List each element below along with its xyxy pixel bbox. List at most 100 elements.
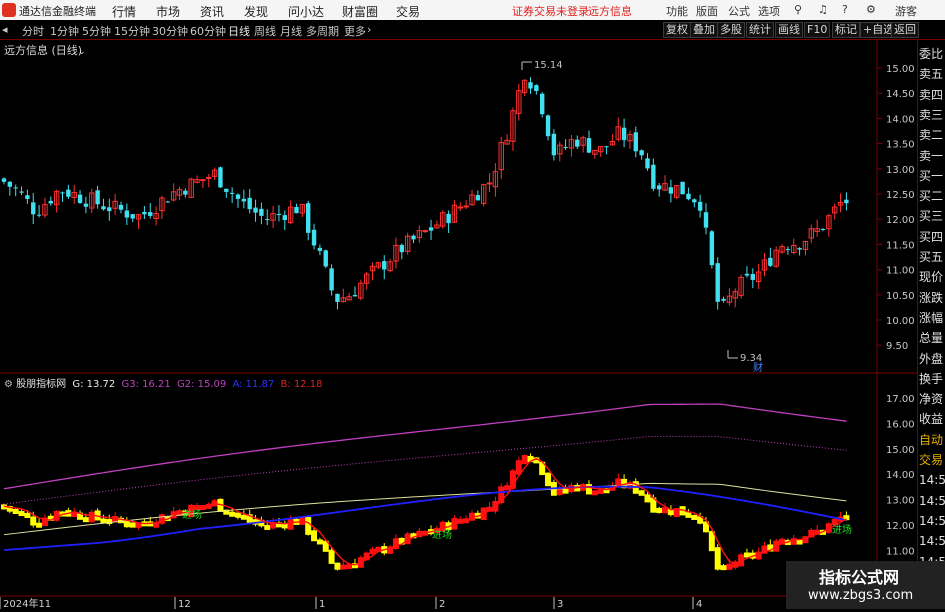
candle-body [206,176,212,179]
candle-body [66,189,71,197]
nav-back-icon[interactable]: ◂ [2,23,8,36]
period-15min[interactable]: 15分钟 [114,23,150,39]
date-label: 1 [319,599,325,609]
quote-panel-item: 涨跌 [919,290,944,305]
quote-panel-item: 买一 [919,168,944,183]
candle-body [411,235,416,240]
candle-body [118,204,124,210]
menu-quotes[interactable]: 行情 [112,3,136,20]
candle-body [36,214,42,216]
candle-body [306,203,311,233]
period-fenshi[interactable]: 分时 [22,23,44,39]
candle-body [844,199,849,204]
multi-stock-button[interactable]: 多股 [717,22,745,38]
period-30min[interactable]: 30分钟 [152,23,188,39]
indicator-axis-label: 12.00 [886,521,915,532]
candle-body [563,146,568,148]
price-axis-label: 11.50 [886,240,915,251]
candle-body [352,295,358,297]
period-monthly[interactable]: 月线 [280,23,302,39]
gear-icon[interactable]: ⚙ [4,379,13,390]
candle-body [130,214,135,219]
quote-panel-item[interactable]: 自动 [919,430,945,450]
candle-body [463,205,469,208]
chevron-down-icon[interactable]: ⌄ [78,47,86,57]
menu-function[interactable]: 功能 [666,3,688,19]
quote-panel-item: 现价 [919,270,944,285]
adjust-price-button[interactable]: 复权 [663,22,691,38]
price-axis-label: 13.00 [886,165,915,176]
menu-formula[interactable]: 公式 [728,3,750,19]
quote-panel-item: 14:56 [919,473,945,488]
period-60min[interactable]: 60分钟 [190,23,226,39]
date-label: 3 [557,599,563,609]
settings-icon[interactable]: ⚙ [866,3,876,16]
quote-panel-item: 14:56 [919,493,945,508]
f10-button[interactable]: F10 [804,22,831,38]
candle-body [686,193,691,200]
candle-body [142,211,147,215]
price-axis-label: 14.00 [886,114,915,125]
candle-body [668,187,674,194]
quote-panel-item: 卖四 [919,87,944,102]
candle-body [148,212,153,216]
candle-body [276,214,282,216]
mark-button[interactable]: 标记 [832,22,860,38]
overlay-button[interactable]: 叠加 [690,22,718,38]
candle-body [750,273,755,280]
quote-panel-item: 卖三 [919,107,944,122]
search-icon[interactable]: ⚲ [794,3,802,16]
menu-wenxiaoda[interactable]: 问小达 [288,3,324,20]
menu-market[interactable]: 市场 [156,3,180,20]
draw-line-button[interactable]: 画线 [775,22,803,38]
quote-panel-item: 卖五 [919,67,944,82]
candle-body [48,200,53,204]
stock-title: 远方信息 (日线) [4,43,82,57]
user-guest[interactable]: 游客 [895,3,917,19]
candle-body [604,146,609,148]
financial-marker[interactable]: 财 [753,361,763,374]
period-5min[interactable]: 5分钟 [82,23,111,39]
period-weekly[interactable]: 周线 [254,23,276,39]
indicator-value-g: G: 13.72 [72,379,116,390]
statistics-button[interactable]: 统计 [746,22,774,38]
candle-body [101,206,106,210]
price-axis-label: 15.00 [886,64,915,75]
candle-body [224,188,229,192]
quote-panel-item: 涨幅 [919,310,944,325]
headset-icon[interactable]: ♫ [818,3,828,16]
candle-body [797,248,802,250]
price-axis-label: 9.50 [886,341,908,352]
menu-discover[interactable]: 发现 [244,3,268,20]
menu-layout[interactable]: 版面 [696,3,718,19]
candle-body [247,197,252,210]
candle-body [486,182,493,185]
quote-side-panel: 委比 卖五 卖四 卖三 卖二 卖一 买一 买二 买三 买四 买五 现价 涨跌 涨幅 总量 外盘 换手 净资 收益 自动… [917,40,945,609]
menu-wealth-circle[interactable]: 财富圈 [342,3,378,20]
trade-login-status[interactable]: 证券交易未登录 [512,3,589,19]
return-button[interactable]: 返回 [891,22,919,38]
chevron-right-icon[interactable]: › [367,23,371,36]
indicator-value-g3: G3: 16.21 [121,379,171,390]
candle-body [335,293,340,303]
candle-body [399,244,404,253]
period-1min[interactable]: 1分钟 [50,23,79,39]
quote-panel-item: 外盘 [919,351,944,366]
menu-options[interactable]: 选项 [758,3,780,19]
period-multi[interactable]: 多周期 [306,23,339,39]
quote-panel-item: 14:56 [919,513,945,528]
menu-news[interactable]: 资讯 [200,3,224,20]
menu-trade[interactable]: 交易 [396,3,420,20]
period-more[interactable]: 更多 [344,23,366,39]
candle-body [1,178,7,182]
indicator-name[interactable]: 股朋指标网 [16,379,66,390]
period-daily[interactable]: 日线 [228,23,250,39]
candle-body [7,181,13,187]
help-icon[interactable]: ? [842,3,848,16]
candle-body [282,215,287,220]
quote-panel-item: 总量 [919,331,944,346]
chart-area[interactable]: 远方信息 (日线) ⌄ 15.00 14.50 14.00 13.50 13.00 12.… [0,40,917,609]
quote-panel-item[interactable]: 交易 [919,450,945,470]
candle-body [540,93,545,115]
candle-body [551,133,557,156]
